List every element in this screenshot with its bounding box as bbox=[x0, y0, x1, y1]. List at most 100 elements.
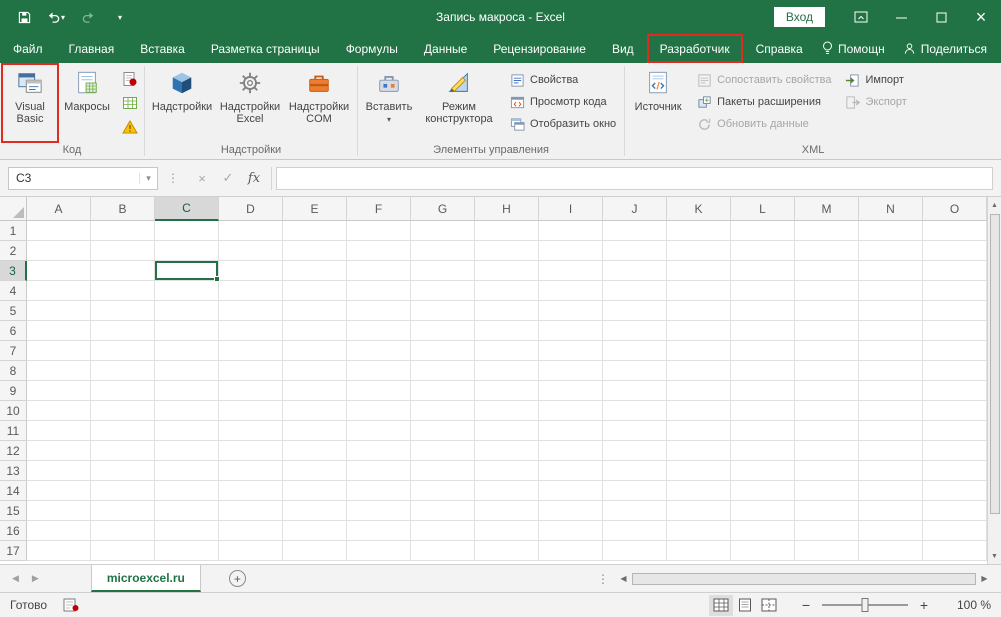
cell[interactable] bbox=[731, 301, 795, 321]
cell[interactable] bbox=[859, 441, 923, 461]
record-macro-button[interactable] bbox=[119, 68, 141, 90]
cell[interactable] bbox=[603, 221, 667, 241]
cell[interactable] bbox=[475, 521, 539, 541]
cell[interactable] bbox=[347, 341, 411, 361]
cell[interactable] bbox=[539, 281, 603, 301]
cell[interactable] bbox=[411, 421, 475, 441]
cell[interactable] bbox=[859, 301, 923, 321]
row-header[interactable]: 11 bbox=[0, 421, 27, 441]
cell[interactable] bbox=[859, 261, 923, 281]
visual-basic-button[interactable]: Visual Basic bbox=[3, 65, 57, 141]
cell[interactable] bbox=[475, 281, 539, 301]
row-header[interactable]: 4 bbox=[0, 281, 27, 301]
cell[interactable] bbox=[539, 501, 603, 521]
cell[interactable] bbox=[795, 381, 859, 401]
cell[interactable] bbox=[475, 401, 539, 421]
cell[interactable] bbox=[731, 261, 795, 281]
vertical-scroll-thumb[interactable] bbox=[990, 214, 1000, 514]
column-header[interactable]: L bbox=[731, 197, 795, 221]
column-header[interactable]: E bbox=[283, 197, 347, 221]
cell[interactable] bbox=[539, 241, 603, 261]
horizontal-scroll-thumb[interactable] bbox=[632, 573, 976, 585]
cell[interactable] bbox=[155, 501, 219, 521]
cell[interactable] bbox=[603, 501, 667, 521]
fill-handle[interactable] bbox=[214, 276, 220, 282]
cell[interactable] bbox=[347, 361, 411, 381]
cell[interactable] bbox=[539, 321, 603, 341]
cell[interactable] bbox=[539, 421, 603, 441]
cell[interactable] bbox=[795, 361, 859, 381]
cell[interactable] bbox=[91, 341, 155, 361]
cell[interactable] bbox=[731, 281, 795, 301]
cell[interactable] bbox=[411, 241, 475, 261]
column-header[interactable]: O bbox=[923, 197, 987, 221]
design-mode-button[interactable]: Режим конструктора bbox=[417, 65, 501, 141]
cell[interactable] bbox=[155, 321, 219, 341]
record-macro-status-button[interactable] bbox=[63, 598, 79, 612]
cell[interactable] bbox=[539, 481, 603, 501]
cell[interactable] bbox=[475, 321, 539, 341]
insert-control-button[interactable]: Вставить ▾ bbox=[361, 65, 417, 141]
cell[interactable] bbox=[155, 421, 219, 441]
row-header[interactable]: 8 bbox=[0, 361, 27, 381]
cell[interactable] bbox=[795, 521, 859, 541]
cell[interactable] bbox=[411, 301, 475, 321]
cell[interactable] bbox=[475, 301, 539, 321]
cell[interactable] bbox=[539, 401, 603, 421]
cell[interactable] bbox=[219, 481, 283, 501]
cell[interactable] bbox=[347, 461, 411, 481]
cell[interactable] bbox=[219, 261, 283, 281]
cell[interactable] bbox=[539, 381, 603, 401]
cell[interactable] bbox=[283, 221, 347, 241]
cell[interactable] bbox=[91, 401, 155, 421]
cell[interactable] bbox=[411, 281, 475, 301]
cell[interactable] bbox=[923, 441, 987, 461]
column-header[interactable]: N bbox=[859, 197, 923, 221]
tab-help[interactable]: Справка bbox=[743, 34, 816, 63]
cell[interactable] bbox=[283, 381, 347, 401]
cell[interactable] bbox=[859, 361, 923, 381]
zoom-slider[interactable] bbox=[822, 604, 908, 606]
cell[interactable] bbox=[923, 281, 987, 301]
cell[interactable] bbox=[411, 221, 475, 241]
cell[interactable] bbox=[859, 241, 923, 261]
cell[interactable] bbox=[411, 401, 475, 421]
horizontal-scrollbar[interactable]: ◀ ▶ bbox=[617, 565, 991, 592]
formula-input[interactable] bbox=[276, 167, 993, 190]
cell[interactable] bbox=[923, 541, 987, 561]
cell[interactable] bbox=[91, 481, 155, 501]
cell[interactable] bbox=[411, 341, 475, 361]
cell[interactable] bbox=[795, 421, 859, 441]
scroll-down-button[interactable]: ▼ bbox=[988, 548, 1001, 564]
cell[interactable] bbox=[539, 441, 603, 461]
cell[interactable] bbox=[603, 381, 667, 401]
ribbon-display-options-button[interactable] bbox=[841, 0, 881, 34]
cell[interactable] bbox=[411, 481, 475, 501]
vertical-scrollbar[interactable]: ▲ ▼ bbox=[987, 197, 1001, 564]
cell[interactable] bbox=[475, 341, 539, 361]
cell[interactable] bbox=[859, 281, 923, 301]
cell[interactable] bbox=[91, 281, 155, 301]
zoom-slider-thumb[interactable] bbox=[862, 598, 869, 612]
cell[interactable] bbox=[795, 341, 859, 361]
cell[interactable] bbox=[347, 501, 411, 521]
cell[interactable] bbox=[603, 421, 667, 441]
cell[interactable] bbox=[475, 221, 539, 241]
minimize-button[interactable] bbox=[881, 0, 921, 34]
cell[interactable] bbox=[411, 521, 475, 541]
cell[interactable] bbox=[155, 401, 219, 421]
cell[interactable] bbox=[859, 541, 923, 561]
cell[interactable] bbox=[667, 501, 731, 521]
cell[interactable] bbox=[731, 461, 795, 481]
cell[interactable] bbox=[475, 481, 539, 501]
column-header[interactable]: J bbox=[603, 197, 667, 221]
cell[interactable] bbox=[219, 421, 283, 441]
cell[interactable] bbox=[795, 281, 859, 301]
cell[interactable] bbox=[219, 221, 283, 241]
cell[interactable] bbox=[283, 401, 347, 421]
cell[interactable] bbox=[347, 401, 411, 421]
cell[interactable] bbox=[219, 541, 283, 561]
cell[interactable] bbox=[91, 321, 155, 341]
cell[interactable] bbox=[795, 441, 859, 461]
cell[interactable] bbox=[667, 341, 731, 361]
